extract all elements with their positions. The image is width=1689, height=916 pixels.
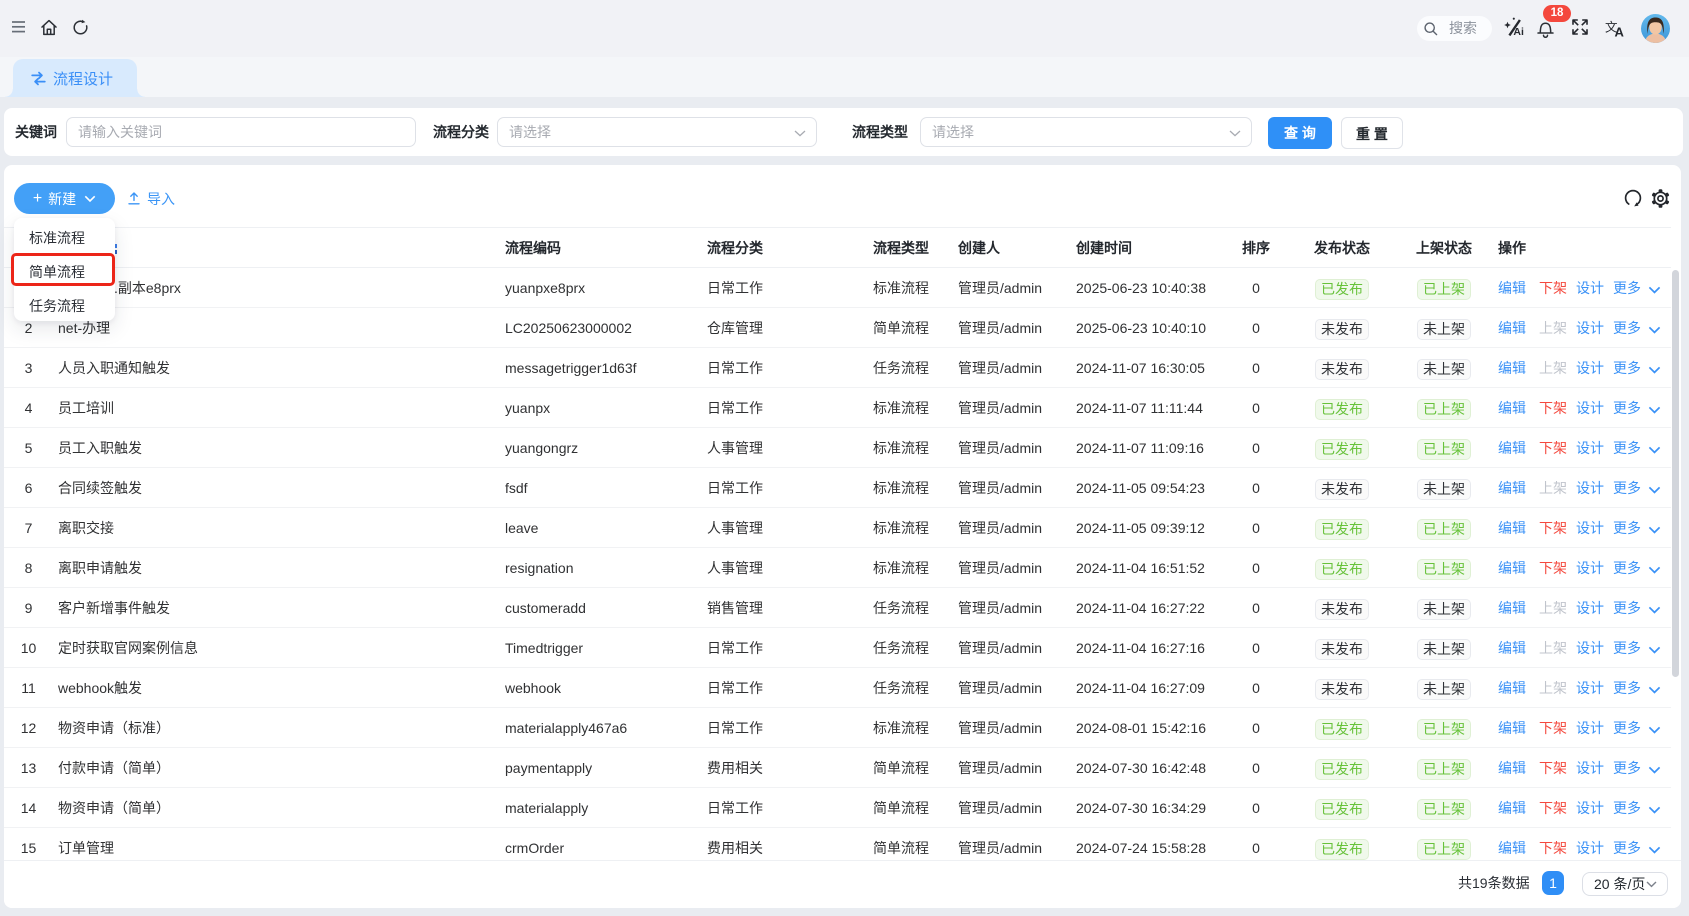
svg-text:A: A: [1615, 25, 1625, 38]
svg-text:Ai: Ai: [1513, 26, 1524, 36]
